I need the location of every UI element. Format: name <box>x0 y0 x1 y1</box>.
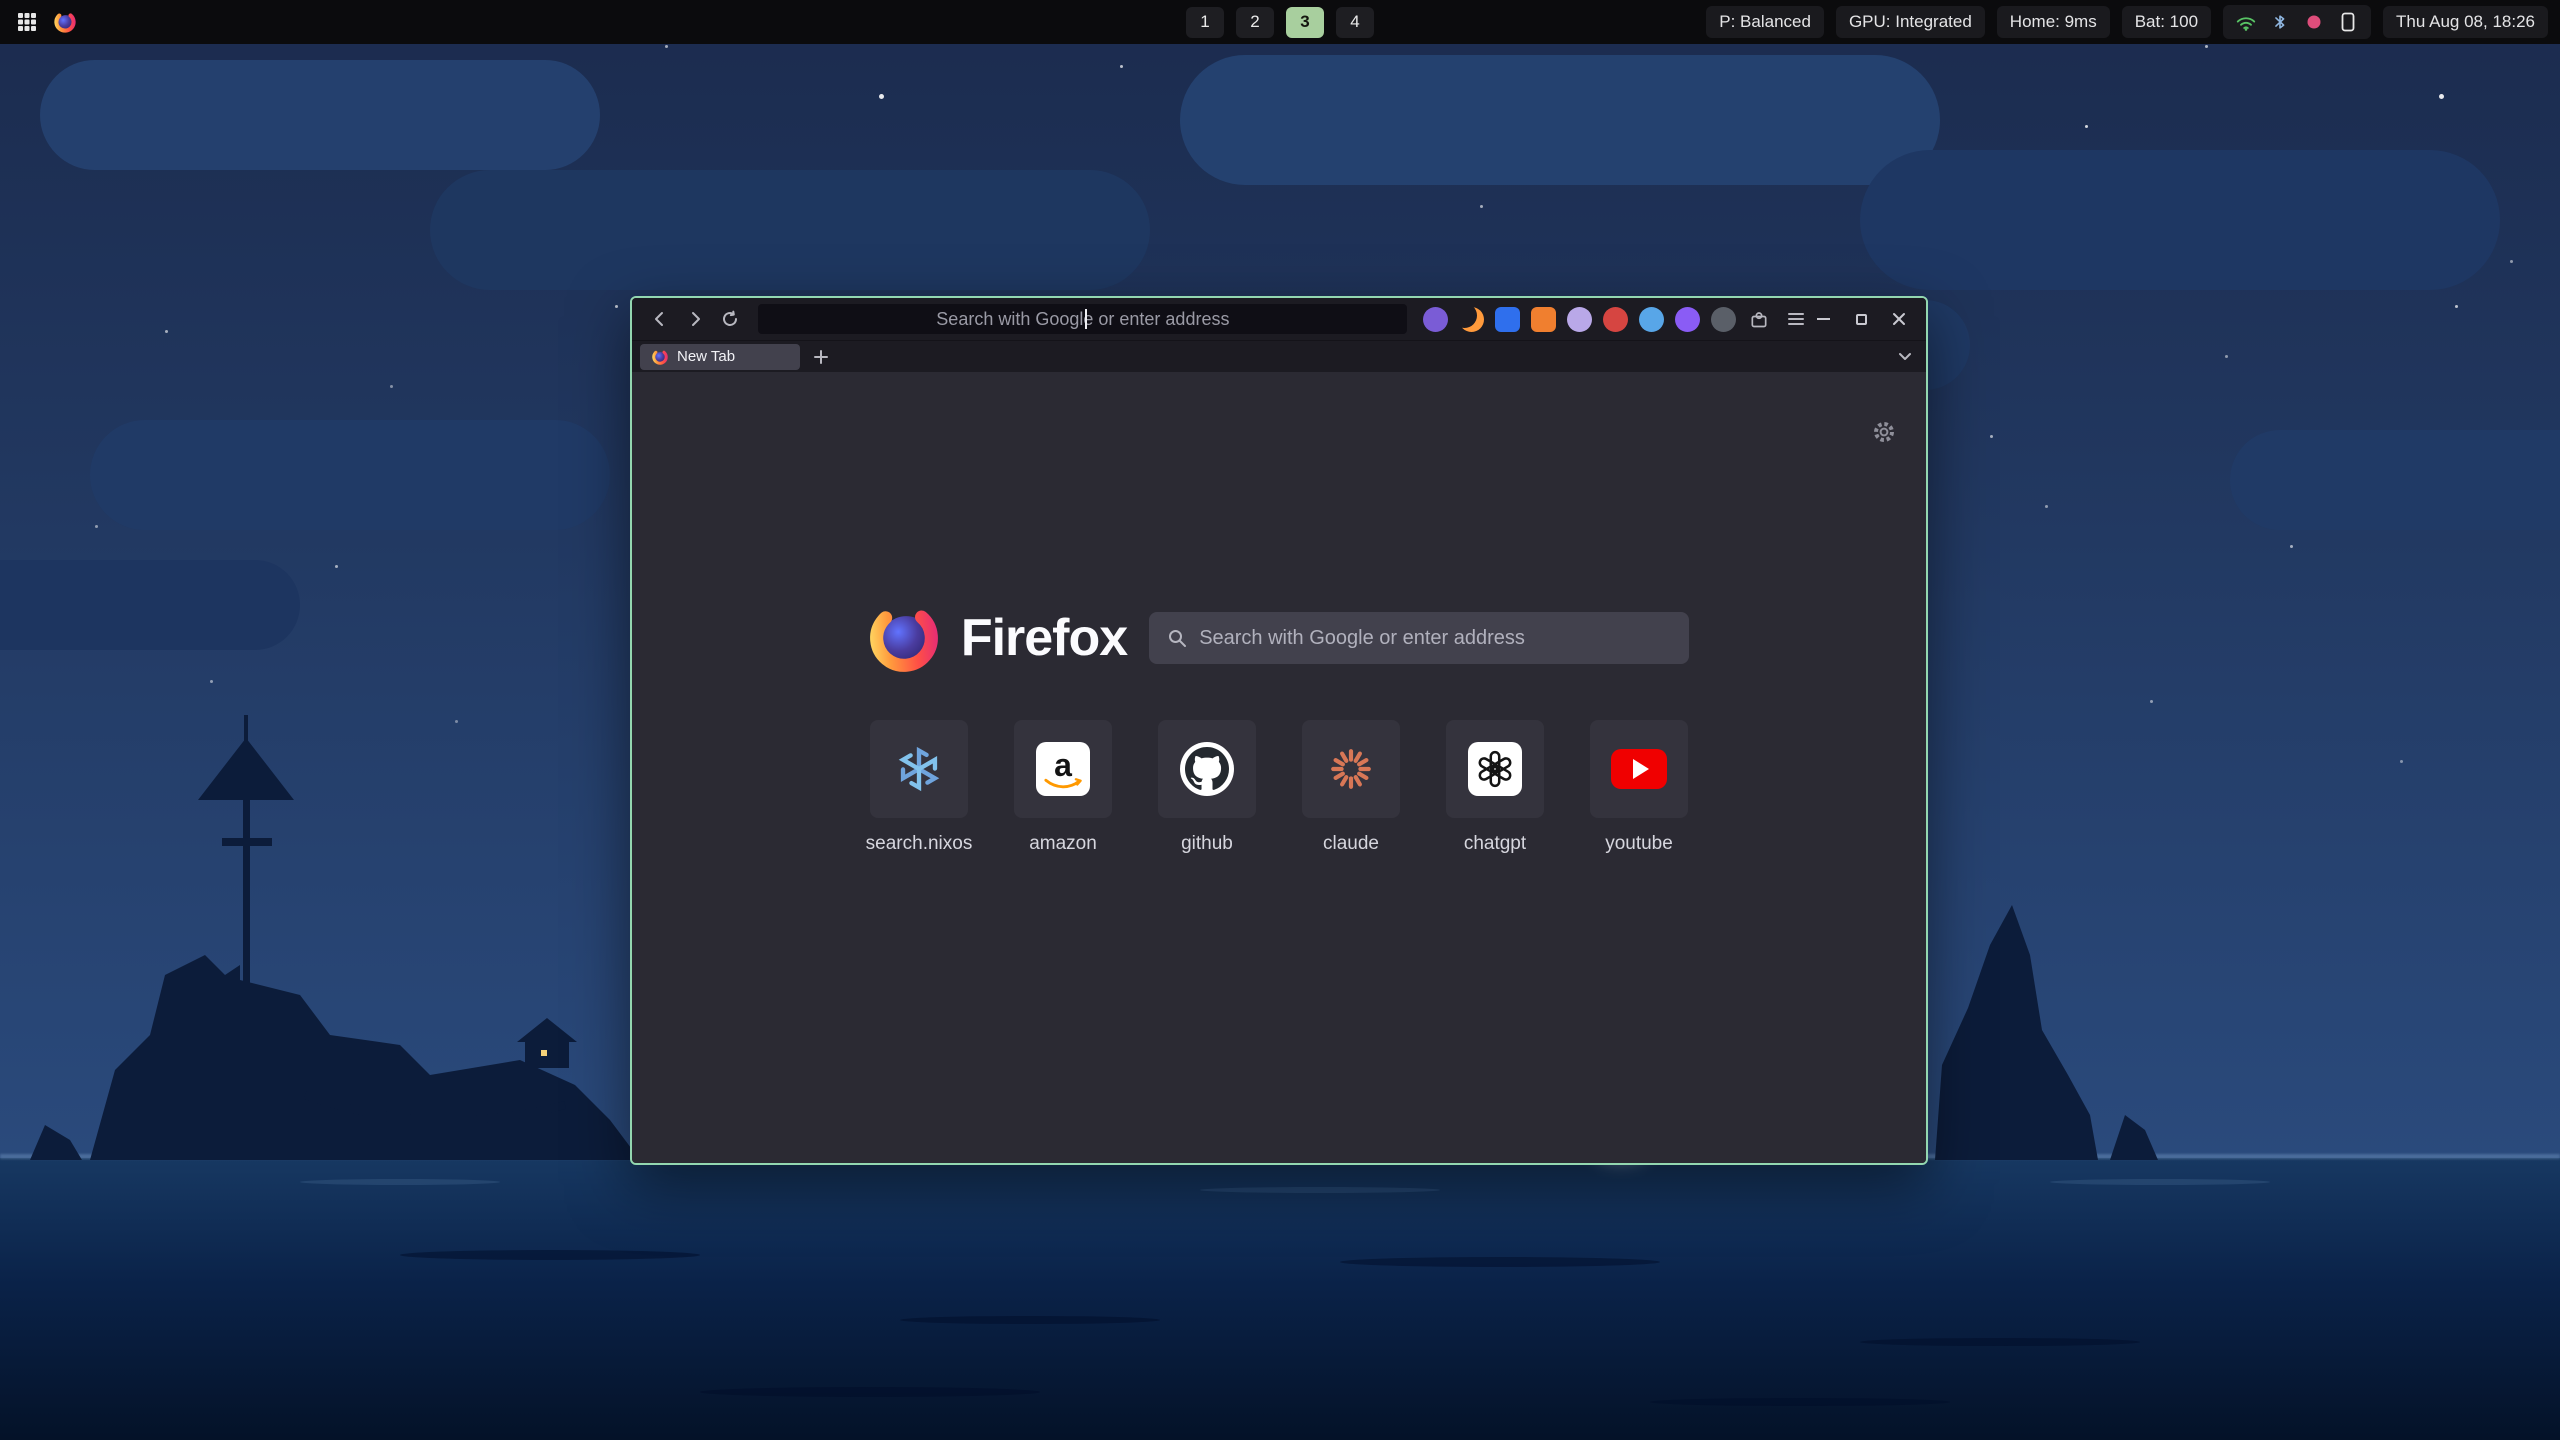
amazon-icon: a <box>1036 742 1090 796</box>
personalize-gear-icon[interactable] <box>1870 418 1898 446</box>
github-octocat-icon <box>1180 742 1234 796</box>
new-tab-page: Firefox <box>632 372 1926 1163</box>
shortcut-label: youtube <box>1605 833 1673 855</box>
cloud <box>40 60 600 170</box>
shortcut-chatgpt[interactable]: chatgpt <box>1446 720 1544 855</box>
shortcut-tiles: search.nixos a amazon <box>632 720 1926 855</box>
search-icon <box>1167 628 1187 648</box>
claude-starburst-icon <box>1328 746 1374 792</box>
firefox-window: New Tab <box>630 296 1928 1165</box>
desktop: 1 2 3 4 P: Balanced GPU: Integrated Home… <box>0 0 2560 1440</box>
shortcut-label: claude <box>1323 833 1379 855</box>
shortcut-amazon[interactable]: a amazon <box>1014 720 1112 855</box>
tab-title: New Tab <box>677 348 735 365</box>
newtab-search-bar[interactable] <box>1149 612 1689 664</box>
power-profile-status: P: Balanced <box>1706 6 1824 38</box>
system-tray <box>2223 5 2371 39</box>
app-launcher-grid-icon[interactable] <box>16 11 38 33</box>
tab-new-tab[interactable]: New Tab <box>640 344 800 370</box>
extension-icon[interactable] <box>1495 307 1520 332</box>
extension-icon[interactable] <box>1711 307 1736 332</box>
shortcut-label: search.nixos <box>866 833 973 855</box>
workspace-4[interactable]: 4 <box>1336 7 1374 38</box>
notification-dot-icon[interactable] <box>2303 11 2325 33</box>
minimize-button[interactable] <box>1810 306 1836 332</box>
shortcut-label: github <box>1181 833 1233 855</box>
cloud <box>1860 150 2500 290</box>
workspace-1[interactable]: 1 <box>1186 7 1224 38</box>
wifi-icon[interactable] <box>2235 11 2257 33</box>
cloud <box>430 170 1150 290</box>
workspace-2[interactable]: 2 <box>1236 7 1274 38</box>
battery-status: Bat: 100 <box>2122 6 2211 38</box>
status-bar: 1 2 3 4 P: Balanced GPU: Integrated Home… <box>0 0 2560 44</box>
close-button[interactable] <box>1886 306 1912 332</box>
firefox-launcher-icon[interactable] <box>54 11 76 33</box>
extension-icon[interactable] <box>1567 307 1592 332</box>
cloud <box>2230 430 2560 530</box>
cloud <box>0 560 300 650</box>
url-bar[interactable] <box>758 304 1407 334</box>
url-input[interactable] <box>758 304 1407 334</box>
forward-button[interactable] <box>681 304 710 334</box>
device-icon[interactable] <box>2337 11 2359 33</box>
extension-icon[interactable] <box>1603 307 1628 332</box>
browser-toolbar <box>632 298 1926 340</box>
clock: Thu Aug 08, 18:26 <box>2383 6 2548 38</box>
extension-icon[interactable] <box>1459 307 1484 332</box>
bluetooth-icon[interactable] <box>2269 11 2291 33</box>
network-latency-status: Home: 9ms <box>1997 6 2110 38</box>
extension-icon[interactable] <box>1675 307 1700 332</box>
maximize-button[interactable] <box>1848 306 1874 332</box>
firefox-wordmark: Firefox <box>961 608 1127 668</box>
tab-bar: New Tab <box>632 340 1926 372</box>
nixos-snowflake-icon <box>893 743 945 795</box>
shortcut-youtube[interactable]: youtube <box>1590 720 1688 855</box>
shortcut-github[interactable]: github <box>1158 720 1256 855</box>
cloud <box>1180 55 1940 185</box>
text-caret <box>1085 309 1087 329</box>
gpu-status: GPU: Integrated <box>1836 6 1985 38</box>
chatgpt-knot-icon <box>1468 742 1522 796</box>
workspace-3[interactable]: 3 <box>1286 7 1324 38</box>
extension-icon[interactable] <box>1423 307 1448 332</box>
firefox-hero: Firefox <box>632 603 1926 673</box>
extension-icon[interactable] <box>1639 307 1664 332</box>
list-all-tabs-chevron-icon[interactable] <box>1892 344 1918 370</box>
extension-buttons <box>1423 307 1736 332</box>
extension-icon[interactable] <box>1531 307 1556 332</box>
wallpaper-sea <box>0 1158 2560 1440</box>
amazon-letter: a <box>1054 752 1072 778</box>
firefox-tab-icon <box>652 349 668 365</box>
extensions-puzzle-icon[interactable] <box>1744 304 1773 334</box>
youtube-play-icon <box>1611 749 1667 789</box>
menu-hamburger-icon[interactable] <box>1781 304 1810 334</box>
firefox-logo <box>869 603 939 673</box>
new-tab-button[interactable] <box>808 344 834 370</box>
cloud <box>90 420 610 530</box>
shortcut-label: chatgpt <box>1464 833 1526 855</box>
shortcut-claude[interactable]: claude <box>1302 720 1400 855</box>
shortcut-search-nixos[interactable]: search.nixos <box>870 720 968 855</box>
workspace-switcher: 1 2 3 4 <box>1186 7 1374 38</box>
shortcut-label: amazon <box>1029 833 1097 855</box>
newtab-search-input[interactable] <box>1199 627 1671 650</box>
reload-button[interactable] <box>716 304 745 334</box>
back-button[interactable] <box>646 304 675 334</box>
